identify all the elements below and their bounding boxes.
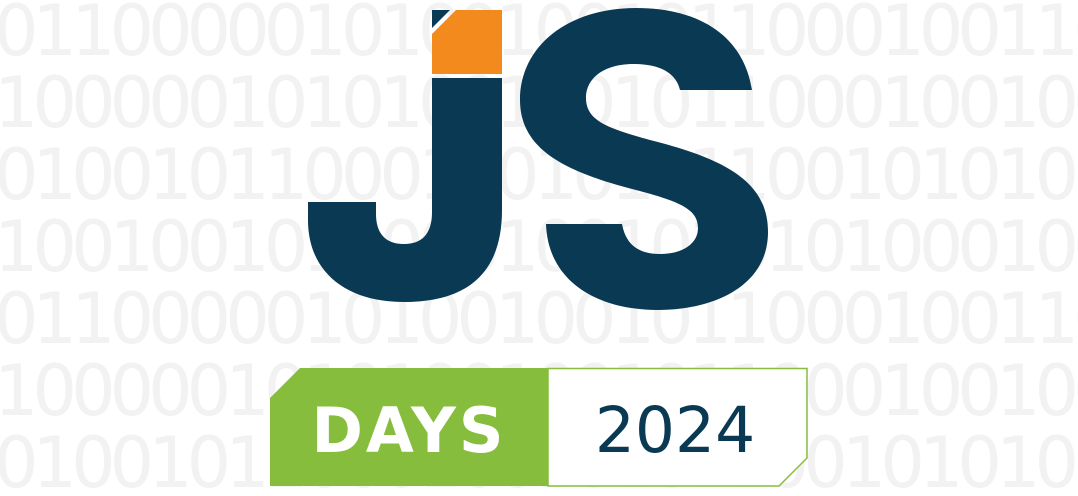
- js-letter-j: [308, 10, 502, 302]
- year-label: 2024: [595, 394, 755, 467]
- jsdays-logo: DAYS 2024: [270, 8, 808, 487]
- j-orange-dot: [432, 10, 502, 74]
- js-letter-s: [520, 8, 768, 310]
- days-label: DAYS: [311, 394, 506, 467]
- days-2024-badge: DAYS 2024: [270, 367, 808, 487]
